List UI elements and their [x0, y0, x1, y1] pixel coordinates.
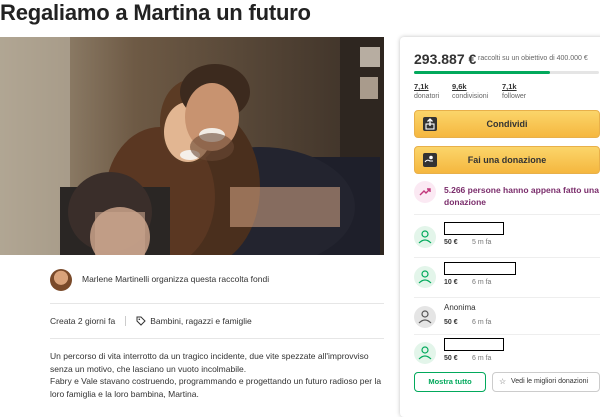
organizer-text: Marlene Martinelli organizza questa racc… — [82, 274, 270, 284]
stat-shares[interactable]: 9,6k condivisioni — [452, 82, 488, 100]
star-icon: ☆ — [499, 377, 507, 386]
divider — [414, 297, 600, 298]
stat-label: condivisioni — [452, 93, 489, 100]
share-button[interactable]: Condividi — [414, 110, 600, 138]
campaign-story: Un percorso di vita interrotto da un tra… — [50, 350, 390, 400]
user-heart-icon — [414, 226, 436, 248]
category-link[interactable]: Bambini, ragazzi e famiglie — [150, 316, 252, 326]
donation-amount: 10 € — [444, 279, 458, 286]
story-paragraph: Fabry e Vale stavano costruendo, program… — [50, 376, 382, 399]
campaign-meta: Creata 2 giorni fa Bambini, ragazzi e fam… — [50, 316, 252, 326]
meta-divider — [125, 316, 127, 326]
donation-item: Anonima 50 € 6 m fa — [414, 302, 600, 336]
divider — [50, 338, 384, 339]
stat-value: 7,1k — [414, 82, 429, 91]
raised-amount: 293.887 € — [414, 51, 477, 67]
donation-amount: 50 € — [444, 355, 458, 362]
stat-donors[interactable]: 7,1k donatori — [414, 82, 439, 100]
donor-name-redacted — [444, 262, 516, 275]
share-label: Condividi — [486, 119, 528, 129]
divider — [50, 303, 384, 304]
created-date: Creata 2 giorni fa — [50, 316, 116, 326]
donation-panel: 293.887 € raccolti su un obiettivo di 40… — [400, 37, 600, 417]
donation-item: 50 € 6 m fa — [414, 338, 600, 372]
campaign-photo — [0, 37, 384, 255]
divider — [414, 334, 600, 335]
stat-value: 9,6k — [452, 82, 467, 91]
donate-label: Fai una donazione — [467, 155, 547, 165]
organizer-row: Marlene Martinelli organizza questa racc… — [50, 269, 384, 291]
campaign-photo-art — [0, 37, 384, 255]
tag-icon — [136, 316, 146, 326]
donation-time: 6 m fa — [472, 279, 492, 286]
donor-name-redacted — [444, 222, 504, 235]
donation-time: 6 m fa — [472, 319, 492, 326]
donation-time: 6 m fa — [472, 355, 492, 362]
top-donations-button[interactable]: ☆ Vedi le migliori donazioni — [492, 372, 600, 392]
donation-amount: 50 € — [444, 239, 458, 246]
trending-text: 5.266 persone hanno appena fatto una don… — [444, 185, 599, 207]
progress-fill — [414, 71, 550, 74]
organizer-avatar — [50, 269, 72, 291]
story-paragraph: Un percorso di vita interrotto da un tra… — [50, 351, 369, 374]
page-title: Regaliamo a Martina un futuro — [0, 0, 311, 25]
donor-name-redacted — [444, 338, 504, 351]
donate-button[interactable]: Fai una donazione — [414, 146, 600, 174]
donor-name: Anonima — [444, 303, 476, 312]
goal-text: raccolti su un obiettivo di 400.000 € — [478, 55, 588, 62]
user-heart-icon — [414, 342, 436, 364]
stat-value: 7,1k — [502, 82, 517, 91]
user-icon — [414, 306, 436, 328]
divider — [414, 257, 600, 258]
trending-up-icon — [414, 181, 436, 203]
divider — [414, 214, 600, 215]
donation-item: 10 € 6 m fa — [414, 262, 600, 296]
donation-item: 50 € 5 m fa — [414, 222, 600, 256]
donation-amount: 50 € — [444, 319, 458, 326]
stat-label: donatori — [414, 93, 440, 100]
progress-bar — [414, 71, 599, 74]
donation-time: 5 m fa — [472, 239, 492, 246]
show-all-button[interactable]: Mostra tutto — [414, 372, 486, 392]
user-heart-icon — [414, 266, 436, 288]
stat-followers[interactable]: 7,1k follower — [502, 82, 526, 100]
top-donations-label: Vedi le migliori donazioni — [511, 378, 589, 385]
stat-label: follower — [502, 93, 527, 100]
